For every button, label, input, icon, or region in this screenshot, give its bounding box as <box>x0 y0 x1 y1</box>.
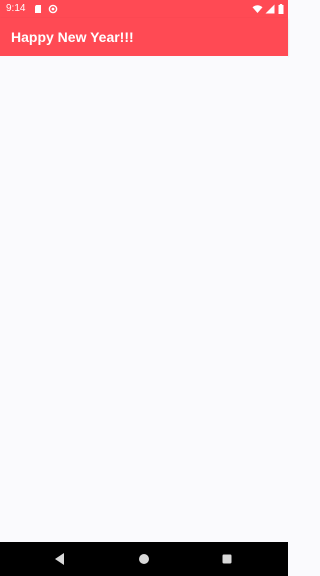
recents-icon[interactable] <box>217 549 237 569</box>
status-bar: 9:14 <box>0 0 288 18</box>
signal-icon <box>265 4 275 14</box>
wifi-icon <box>252 5 263 13</box>
app-title: Happy New Year!!! <box>11 29 134 45</box>
back-icon[interactable] <box>50 549 70 569</box>
battery-icon <box>278 4 284 14</box>
app-bar: Happy New Year!!! <box>0 18 288 56</box>
main-content <box>0 56 288 542</box>
phone-screen: 9:14 Happy New Year!!! <box>0 0 288 576</box>
status-time: 9:14 <box>6 3 26 14</box>
sync-icon <box>48 4 58 14</box>
sd-card-icon <box>35 5 41 13</box>
home-icon[interactable] <box>134 549 154 569</box>
navigation-bar <box>0 542 288 576</box>
